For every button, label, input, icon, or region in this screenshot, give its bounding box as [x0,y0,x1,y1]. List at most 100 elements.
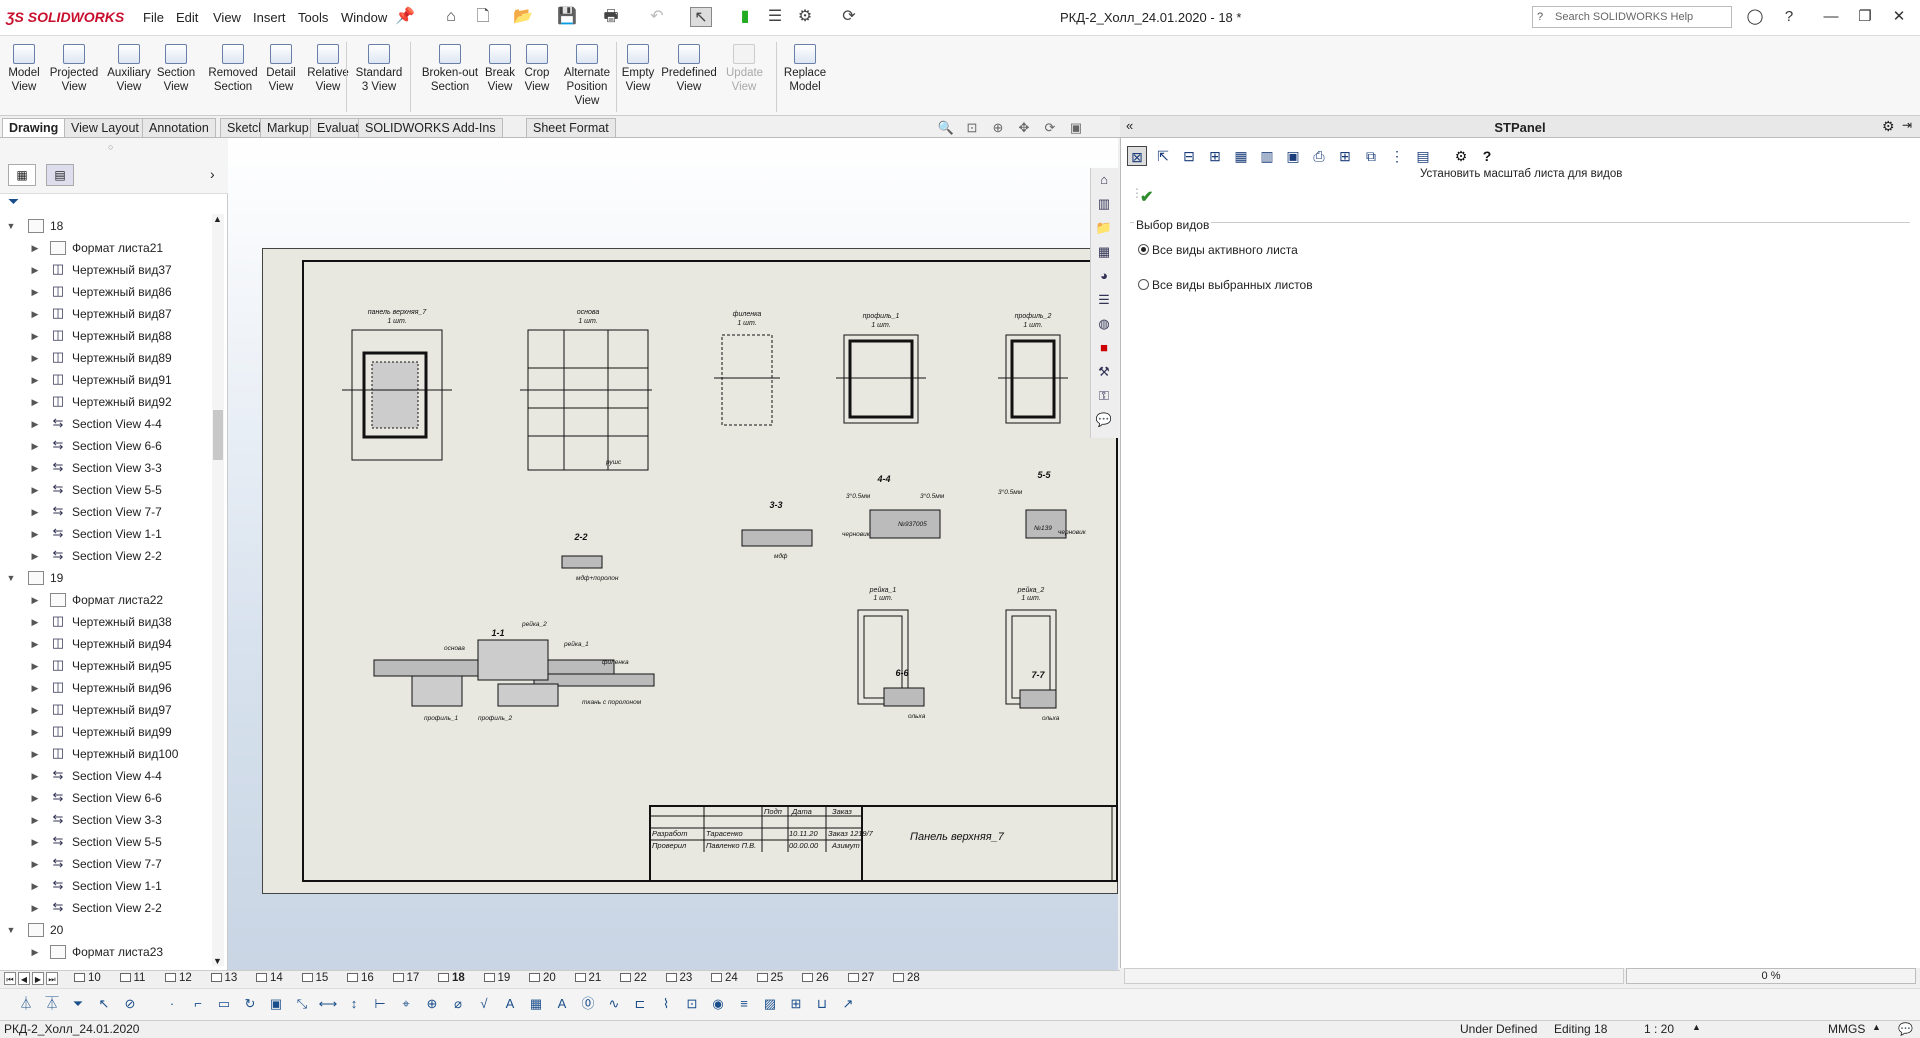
zoom-to-fit-icon[interactable]: 🔍 [936,120,956,138]
note-icon[interactable]: A [552,994,572,1014]
tree-scrollbar[interactable] [212,214,224,966]
feature-tree-tab-icon[interactable]: ▦ [8,164,36,186]
expand-arrow-icon[interactable]: ▶ [30,875,40,897]
magnet-icon[interactable]: ⊔ [812,994,832,1014]
file-properties-icon[interactable]: ☰ [764,7,786,27]
expand-chevron-icon[interactable]: › [210,166,215,182]
vertical-dimension-icon[interactable]: ↕ [344,994,364,1014]
tab-drawing[interactable]: Drawing [2,118,66,137]
tree-item[interactable]: ▶ ◫ Чертежный вид95 [0,655,210,677]
zoom-in-out-icon[interactable]: ⊕ [988,120,1008,138]
datum-target-icon[interactable]: ◉ [708,994,728,1014]
expand-arrow-icon[interactable]: ▶ [30,589,40,611]
crop-icon[interactable]: ⊏ [630,994,650,1014]
table-icon[interactable]: ▦ [526,994,546,1014]
expand-arrow-icon[interactable]: ▶ [30,501,40,523]
alternate-position-view-button[interactable]: Alternate Position View [556,40,618,114]
menu-insert[interactable]: Insert [253,10,286,25]
sheet-tab-21[interactable]: 21 [574,971,601,986]
sheet-tab-23[interactable]: 23 [665,971,692,986]
tree-item[interactable]: ▶ ◫ Чертежный вид38 [0,611,210,633]
expand-arrow-icon[interactable]: ▶ [30,831,40,853]
sheet-tab-15[interactable]: 15 [301,971,328,986]
scale-up-icon[interactable]: ▲ [1692,1022,1701,1032]
tree-item[interactable]: ▶ ⇆ Section View 2-2 [0,545,210,567]
tree-item[interactable]: ▶ ⇆ Section View 6-6 [0,435,210,457]
sheet-tab-20[interactable]: 20 [529,971,556,986]
units-up-icon[interactable]: ▲ [1872,1022,1881,1032]
undo-icon[interactable]: ↶ [646,7,668,27]
menu-edit[interactable]: Edit [176,10,198,25]
print-icon[interactable]: 🖶 [600,7,622,27]
sheet-tab-10[interactable]: 10 [74,971,101,986]
sheet-tab-17[interactable]: 17 [392,971,419,986]
crop-view-button[interactable]: Crop View [520,40,554,114]
search-input[interactable]: ? Search SOLIDWORKS Help [1532,6,1732,28]
collapse-arrow-icon[interactable]: ▼ [6,919,16,941]
menu-file[interactable]: File [143,10,164,25]
rotate-icon[interactable]: ↻ [240,994,260,1014]
rebuild-traffic-light-icon[interactable]: ▮ [734,7,756,27]
tab-markup[interactable]: Markup [260,118,316,137]
expand-arrow-icon[interactable]: ▶ [30,479,40,501]
expand-arrow-icon[interactable]: ▶ [30,743,40,765]
tree-item[interactable]: ▶ Формат листа23 [0,941,210,963]
expand-arrow-icon[interactable]: ▶ [30,237,40,259]
panel-grip-icon[interactable]: ○ [108,142,113,152]
panel-pin-icon[interactable]: ⇥ [1902,118,1912,132]
redraw-icon[interactable]: ⟳ [1040,120,1060,138]
weld-symbol-icon[interactable]: ⌇ [656,994,676,1014]
collapse-panel-icon[interactable]: « [1126,118,1133,133]
tree-item[interactable]: ▶ Формат листа22 [0,589,210,611]
leader-icon[interactable]: ↗ [838,994,858,1014]
next-sheet-icon[interactable]: ▶ [32,972,44,985]
sheet-tab-16[interactable]: 16 [347,971,374,986]
centermark-icon[interactable]: ⊕ [422,994,442,1014]
file-explorer-icon[interactable]: ▦ [1094,242,1114,262]
select-arrow-icon[interactable]: ↖ [690,7,712,27]
expand-arrow-icon[interactable]: ▶ [30,853,40,875]
empty-view-button[interactable]: Empty View [620,40,656,114]
design-library-icon[interactable]: 📁 [1094,218,1114,238]
block-icon[interactable]: ⊞ [786,994,806,1014]
expand-arrow-icon[interactable]: ▶ [30,259,40,281]
tree-item[interactable]: ▶ ⇆ Section View 7-7 [0,853,210,875]
globe-icon[interactable]: ◍ [1094,314,1114,334]
minimize-button[interactable]: — [1814,6,1848,28]
section-view-button[interactable]: Section View [156,40,196,114]
chamfer-dimension-icon[interactable]: ⌖ [396,994,416,1014]
sheet-tab-22[interactable]: 22 [620,971,647,986]
solidworks-logo[interactable]: ƷS SOLIDWORKS [6,9,124,25]
rename-views-icon[interactable]: ⇱ [1153,146,1173,166]
menu-tools[interactable]: Tools [298,10,328,25]
radio-selected-sheets-dot[interactable] [1138,279,1149,290]
expand-arrow-icon[interactable]: ▶ [30,523,40,545]
line-icon[interactable]: ⌐ [188,994,208,1014]
tree-sheet-node[interactable]: ▼ 19 [0,567,210,589]
tree-item[interactable]: ▶ ◫ Чертежный вид94 [0,633,210,655]
relative-view-button[interactable]: Relative View [305,40,351,114]
expand-arrow-icon[interactable]: ▶ [30,435,40,457]
tab-sheet-format[interactable]: Sheet Format [526,118,616,137]
sheet-tab-13[interactable]: 13 [210,971,237,986]
tree-item[interactable]: ▶ ⇆ Section View 7-7 [0,501,210,523]
tree-item[interactable]: ▶ ◫ Чертежный вид89 [0,347,210,369]
tab-solidworks-add-ins[interactable]: SOLIDWORKS Add-Ins [358,118,503,137]
expand-arrow-icon[interactable]: ▶ [30,347,40,369]
help-icon[interactable]: ? [1772,6,1806,28]
new-document-icon[interactable]: 🗋 [472,7,494,27]
options-gear-icon[interactable]: ⚙ [794,7,816,27]
detail-view-button[interactable]: Detail View [262,40,300,114]
expand-arrow-icon[interactable]: ▶ [30,611,40,633]
expand-arrow-icon[interactable]: ▶ [30,809,40,831]
user-account-icon[interactable]: ◯ [1738,6,1772,28]
sheet-tab-12[interactable]: 12 [165,971,192,986]
menu-window[interactable]: Window [341,10,387,25]
auxiliary-view-button[interactable]: Auxiliary View [104,40,154,114]
save-icon[interactable]: 💾 [556,7,578,27]
update-view-button[interactable]: Update View [726,40,763,114]
tree-structure-icon[interactable]: ⋮ [1387,146,1407,166]
menu-view[interactable]: View [213,10,241,25]
radio-selected-sheets[interactable]: Все виды выбранных листов [1138,278,1313,292]
expand-arrow-icon[interactable]: ▶ [30,765,40,787]
